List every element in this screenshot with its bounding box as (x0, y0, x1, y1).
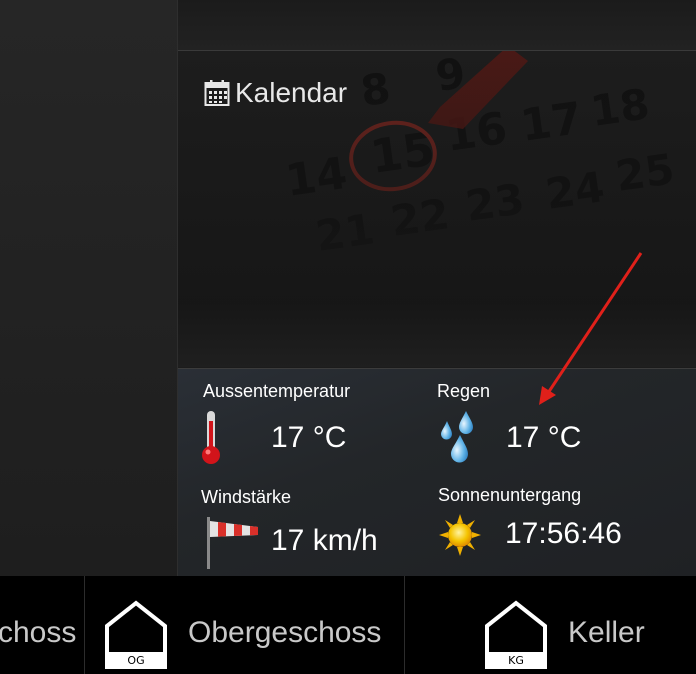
nav-item-erdgeschoss[interactable]: choss (0, 616, 76, 650)
rain-drops-icon (441, 411, 473, 463)
outdoor-temp-value: 17 °C (271, 421, 347, 454)
house-kg-icon[interactable]: KG (484, 600, 548, 670)
wind-label: Windstärke (201, 487, 292, 507)
nav-item-keller[interactable]: Keller (568, 616, 645, 650)
bottom-nav: choss OG Obergeschoss KG Keller (0, 576, 696, 674)
house-kg-text: KG (508, 654, 524, 667)
sunset-value: 17:56:46 (505, 517, 622, 550)
calendar-icon (204, 80, 230, 106)
calendar-title: Kalendar (204, 77, 347, 109)
nav-separator (84, 576, 85, 674)
nav-item-obergeschoss[interactable]: Obergeschoss (188, 616, 381, 650)
rain-value: 17 °C (506, 421, 582, 454)
house-og-icon[interactable]: OG (104, 600, 168, 670)
sun-icon (439, 514, 481, 556)
windsock-icon (207, 517, 258, 569)
weather-tile[interactable]: Aussentemperatur 17 °C Regen 17 °C Winds… (178, 368, 696, 577)
sunset-label: Sonnenuntergang (438, 485, 582, 505)
left-panel (0, 0, 178, 576)
thermometer-icon (202, 411, 220, 464)
outdoor-temp-label: Aussentemperatur (203, 381, 351, 401)
calendar-tile[interactable]: 8 9 15 16 17 18 14 23 24 25 21 22 (178, 51, 696, 367)
top-bar (178, 0, 696, 51)
calendar-title-text: Kalendar (235, 77, 348, 108)
rain-label: Regen (437, 381, 491, 401)
wind-value: 17 km/h (271, 524, 378, 557)
house-og-text: OG (127, 654, 144, 667)
nav-separator (404, 576, 405, 674)
